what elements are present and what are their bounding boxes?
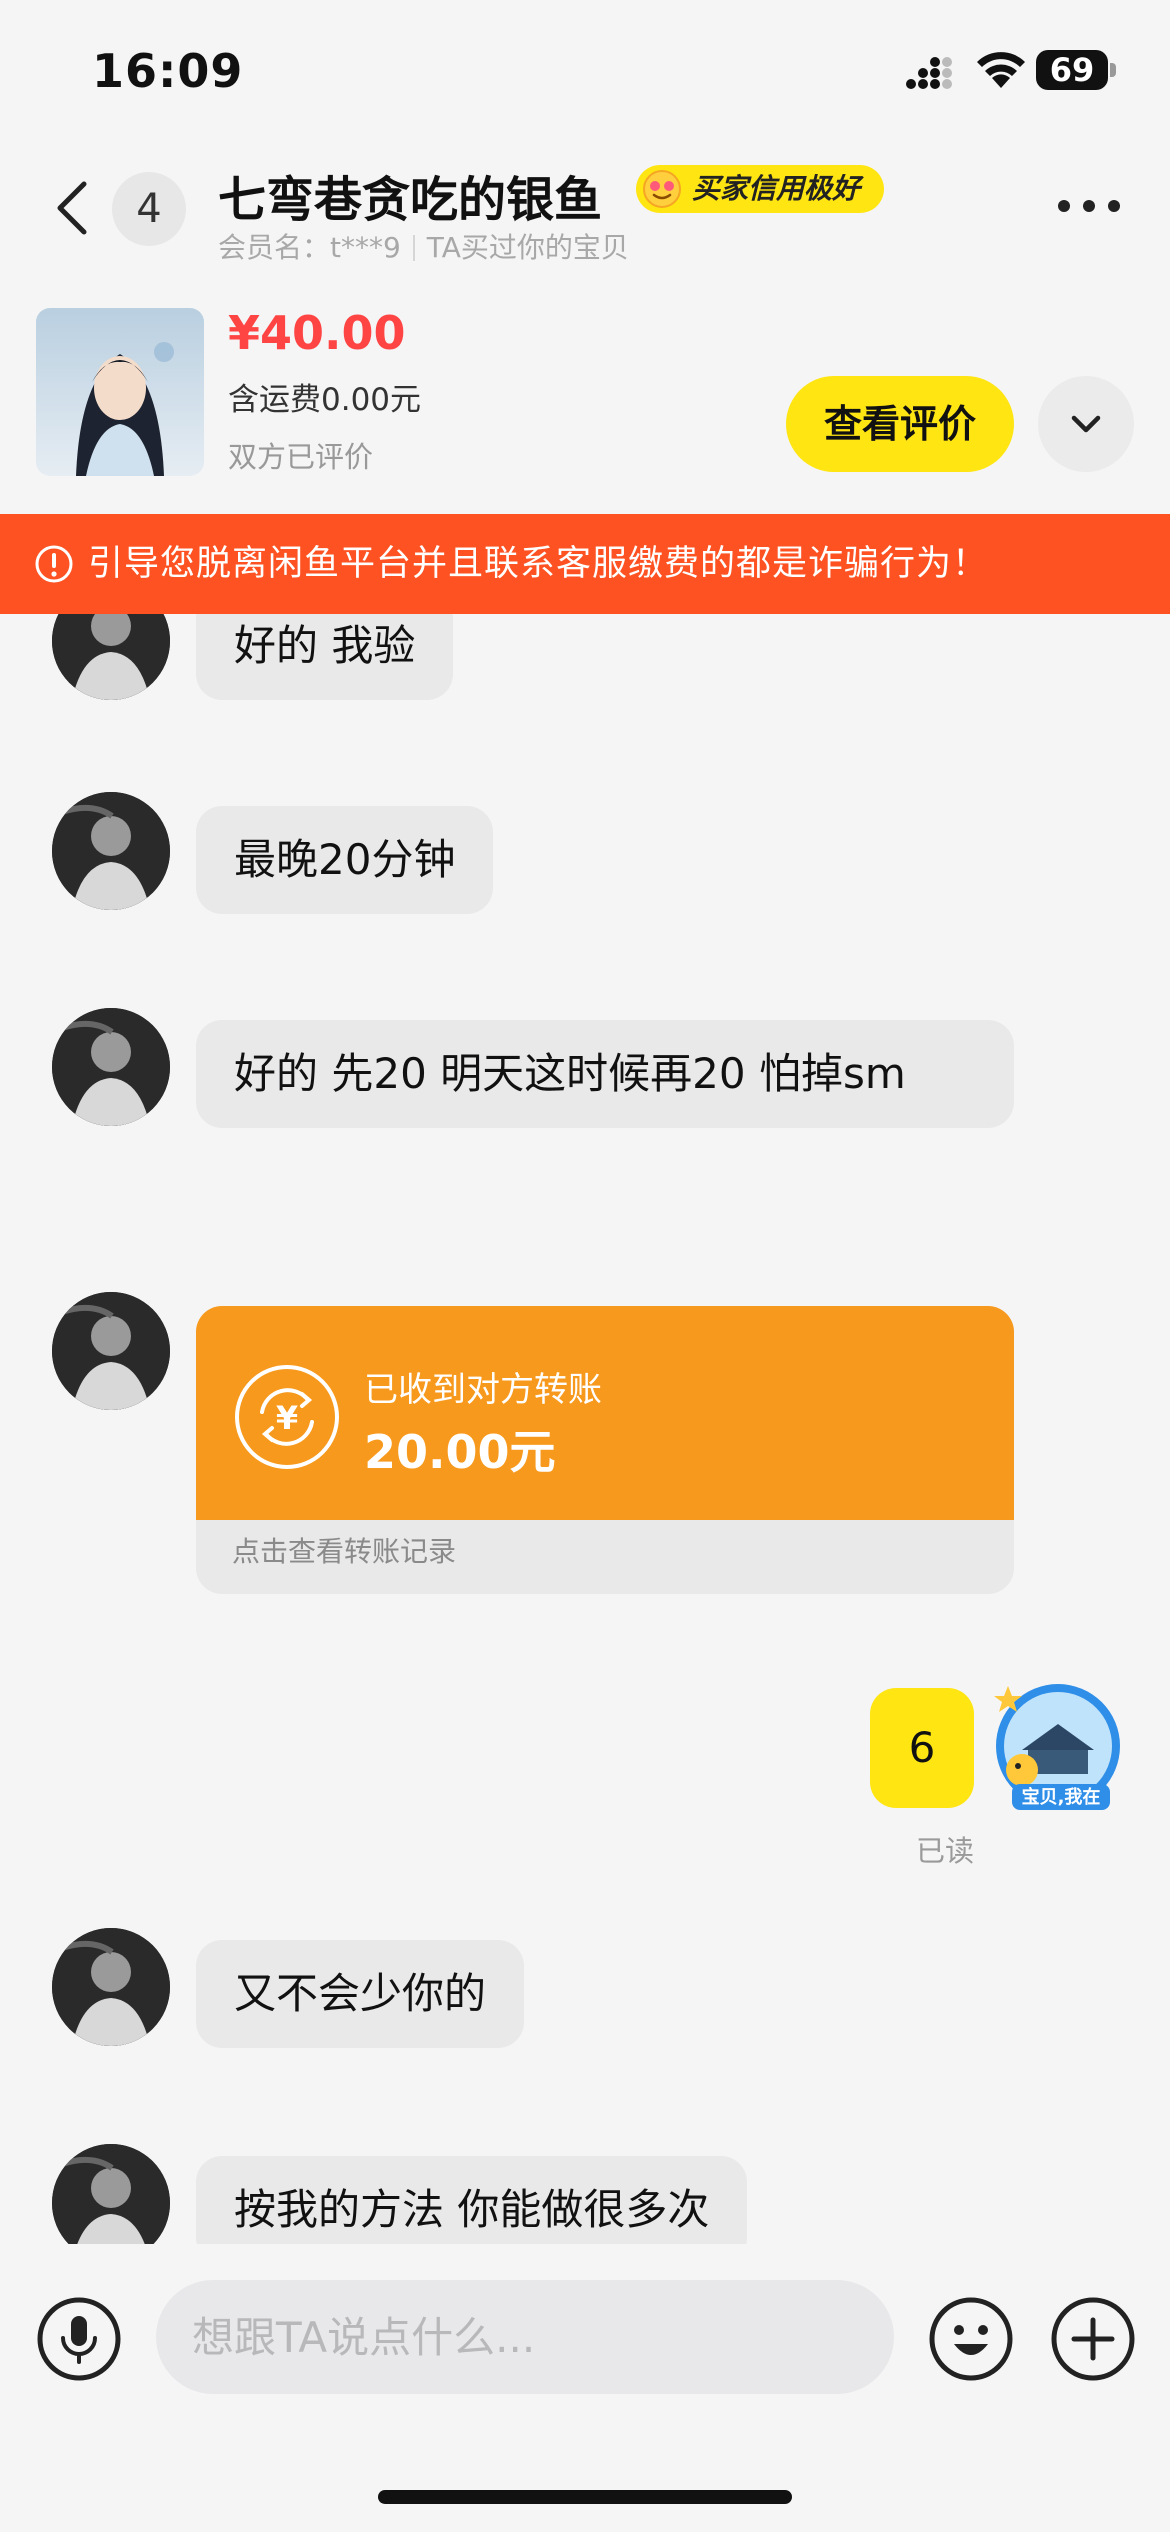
transfer-amount: 20.00元 <box>364 1425 556 1479</box>
more-icon[interactable] <box>1054 196 1124 216</box>
battery-icon: 69 <box>1036 50 1116 90</box>
input-bar <box>0 2244 1170 2532</box>
message-bubble[interactable]: 好的 我验 <box>196 614 454 700</box>
transfer-yuan-icon: ¥ <box>235 1365 339 1469</box>
avatar[interactable] <box>52 1008 170 1126</box>
chevron-down-icon <box>1071 415 1101 433</box>
warning-text: 引导您脱离闲鱼平台并且联系客服缴费的都是诈骗行为！ <box>88 544 989 584</box>
chat-screen: 16:09 69 4 七弯巷贪吃的银鱼 买家信用极好 会员名：t***9 TA买… <box>0 0 1170 2532</box>
message-bubble[interactable]: 又不会少你的 <box>196 1940 525 2048</box>
svg-text:¥: ¥ <box>276 1399 298 1437</box>
unread-count-badge[interactable]: 4 <box>112 172 186 246</box>
member-name: 会员名：t***9 <box>218 231 401 264</box>
plus-icon[interactable] <box>1050 2296 1136 2382</box>
shipping-fee: 含运费0.00元 <box>228 382 422 418</box>
avatar[interactable] <box>52 792 170 910</box>
status-bar: 16:09 69 <box>0 0 1170 150</box>
read-receipt: 已读 <box>916 1834 975 1868</box>
smiling-face-icon <box>643 170 681 208</box>
credit-badge: 买家信用极好 <box>636 165 885 213</box>
review-status: 双方已评价 <box>228 440 374 474</box>
transfer-title: 已收到对方转账 <box>364 1370 602 1410</box>
transfer-card[interactable]: ¥ 已收到对方转账 20.00元 点击查看转账记录 <box>196 1306 1014 1594</box>
home-indicator[interactable] <box>378 2490 792 2504</box>
alert-icon <box>35 545 73 583</box>
view-review-button[interactable]: 查看评价 <box>786 376 1014 472</box>
chat-title: 七弯巷贪吃的银鱼 <box>218 172 603 228</box>
message-bubble[interactable]: 按我的方法 你能做很多次 <box>196 2156 748 2244</box>
avatar-caption: 宝贝,我在 <box>1022 1786 1101 1808</box>
my-message-bubble[interactable]: 6 <box>870 1688 974 1808</box>
avatar[interactable] <box>52 1928 170 2046</box>
member-info: 会员名：t***9 TA买过你的宝贝 <box>218 226 629 266</box>
microphone-icon[interactable] <box>36 2296 122 2382</box>
avatar[interactable] <box>52 1292 170 1410</box>
my-avatar[interactable]: 宝贝,我在 <box>988 1678 1128 1818</box>
message-list[interactable]: 好的 我验 最晚20分钟 好的 先20 明天这时候再20 怕掉sm ¥ 已收到对… <box>0 614 1170 2244</box>
battery-level: 69 <box>1049 51 1095 89</box>
fraud-warning-banner: 引导您脱离闲鱼平台并且联系客服缴费的都是诈骗行为！ <box>0 514 1170 614</box>
status-time: 16:09 <box>92 44 244 98</box>
avatar[interactable] <box>52 614 170 700</box>
purchase-relation: TA买过你的宝贝 <box>426 231 629 264</box>
avatar[interactable] <box>52 2144 170 2244</box>
emoji-icon[interactable] <box>928 2296 1014 2382</box>
message-bubble[interactable]: 好的 先20 明天这时候再20 怕掉sm <box>196 1020 1014 1128</box>
product-price: ¥40.00 <box>228 306 406 360</box>
back-icon[interactable] <box>48 178 98 238</box>
message-input[interactable] <box>156 2280 894 2394</box>
wifi-icon <box>977 52 1025 88</box>
credit-badge-label: 买家信用极好 <box>692 172 861 205</box>
transfer-record-link[interactable]: 点击查看转账记录 <box>232 1530 456 1570</box>
cellular-signal-icon <box>906 57 952 89</box>
product-thumbnail[interactable] <box>36 308 204 476</box>
expand-button[interactable] <box>1038 376 1134 472</box>
message-bubble[interactable]: 最晚20分钟 <box>196 806 494 914</box>
